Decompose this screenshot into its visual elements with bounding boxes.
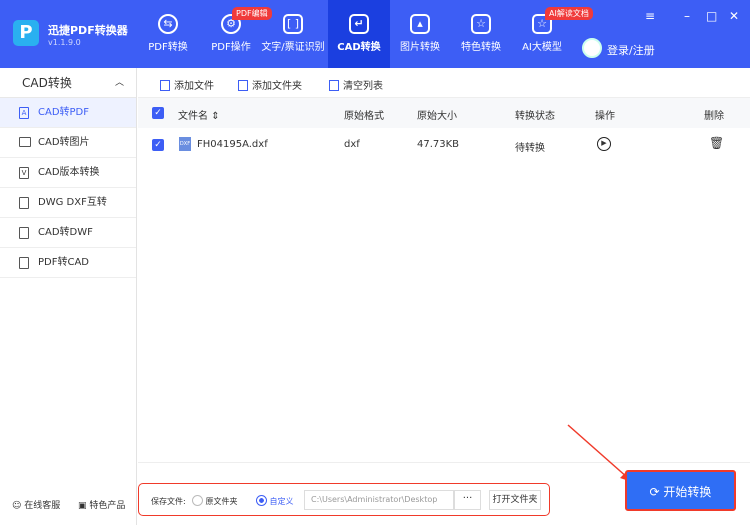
sidebar: CAD转换 ︿ A CAD转PDF CAD转图片 V CAD版本转换 DWG DXF互… [0, 68, 137, 525]
radio-original-folder[interactable]: 原文件夹 [192, 495, 238, 507]
file-icon [19, 257, 29, 269]
sidebar-item-pdf-to-cad[interactable]: PDF转CAD [0, 248, 136, 278]
header-bar: P 迅捷PDF转换器 v1.1.9.0 ⇆ PDF转换 ⚙ PDF操作 PDF编辑 … [0, 0, 750, 68]
login-link[interactable]: 登录/注册 [607, 42, 655, 58]
sidebar-item-label: PDF转CAD [38, 257, 90, 268]
sidebar-item-label: CAD版本转换 [38, 167, 100, 178]
nav-badge: AI解读文档 [545, 7, 593, 20]
file-size: 47.73KB [417, 139, 460, 150]
sidebar-item-cad-to-image[interactable]: CAD转图片 [0, 128, 136, 158]
file-icon [19, 227, 29, 239]
toolbar: 添加文件 添加文件夹 清空列表 [138, 68, 750, 98]
col-filename[interactable]: 文件名 ⇕ [178, 107, 220, 122]
nav-ocr[interactable]: [ ] 文字/票证识别 [260, 0, 326, 68]
products-icon: ▣ [78, 501, 90, 511]
add-folder-button[interactable]: 添加文件夹 [238, 77, 302, 92]
star-icon: ☆ [471, 14, 491, 34]
nav-cad-convert[interactable]: ↵ CAD转换 [328, 0, 390, 68]
open-folder-button[interactable]: 打开文件夹 [489, 490, 541, 510]
table-header: ✓ 文件名 ⇕ 原始格式 原始大小 转换状态 操作 删除 [138, 98, 750, 128]
nav-label: AI大模型 [522, 42, 562, 53]
nav-pdf-convert[interactable]: ⇆ PDF转换 [140, 0, 196, 68]
sidebar-item-label: CAD转DWF [38, 227, 93, 238]
label: 添加文件 [174, 81, 214, 92]
start-convert-button[interactable]: ⟳ 开始转换 [625, 470, 736, 511]
sidebar-item-label: CAD转PDF [38, 107, 90, 118]
col-format: 原始格式 [344, 111, 384, 122]
special-products-link[interactable]: ▣ 特色产品 [78, 498, 125, 511]
main-panel: 添加文件 添加文件夹 清空列表 ✓ 文件名 ⇕ 原始格式 原始大小 转换状态 操… [138, 68, 750, 525]
sidebar-item-label: DWG DXF互转 [38, 197, 107, 208]
col-delete: 删除 [704, 111, 724, 122]
pdf-icon: A [19, 107, 29, 119]
file-name: FH04195A.dxf [197, 139, 268, 150]
label: 清空列表 [343, 81, 383, 92]
sidebar-item-cad-version[interactable]: V CAD版本转换 [0, 158, 136, 188]
save-path-input[interactable]: C:\Users\Administrator\Desktop [304, 490, 454, 510]
col-status: 转换状态 [515, 111, 555, 122]
file-status: 待转换 [515, 143, 545, 154]
footer-label: 特色产品 [89, 501, 126, 511]
sidebar-item-dwg-dxf[interactable]: DWG DXF互转 [0, 188, 136, 218]
radio-icon [192, 495, 203, 506]
dxf-file-icon: DXF [179, 137, 191, 151]
version-icon: V [19, 167, 29, 179]
online-support-link[interactable]: ☺ 在线客服 [12, 498, 60, 511]
minimize-icon[interactable]: – [684, 9, 690, 23]
scan-icon: [ ] [283, 14, 303, 34]
add-file-icon [160, 80, 170, 91]
nav-label: 特色转换 [461, 42, 501, 53]
app-name: 迅捷PDF转换器 [48, 24, 128, 37]
maximize-icon[interactable]: □ [706, 9, 717, 23]
file-format: dxf [344, 139, 360, 150]
save-label: 保存文件: [151, 497, 186, 506]
nav-image-convert[interactable]: ▴ 图片转换 [394, 0, 446, 68]
label: 添加文件夹 [252, 81, 302, 92]
avatar[interactable] [582, 38, 602, 58]
sidebar-item-cad-to-dwf[interactable]: CAD转DWF [0, 218, 136, 248]
nav-label: PDF操作 [211, 42, 251, 53]
label: 自定义 [269, 497, 294, 506]
col-size: 原始大小 [417, 111, 457, 122]
col-action: 操作 [595, 111, 615, 122]
sidebar-title: CAD转换 [22, 76, 72, 90]
add-folder-icon [238, 80, 248, 91]
play-icon[interactable]: ▶ [597, 137, 611, 151]
sidebar-item-label: CAD转图片 [38, 137, 90, 148]
nav-label: PDF转换 [148, 42, 188, 53]
chevron-up-icon: ︿ [114, 78, 124, 88]
table-row: ✓ DXF FH04195A.dxf dxf 47.73KB 待转换 ▶ 🗑 [138, 130, 750, 160]
row-checkbox[interactable]: ✓ [152, 139, 164, 151]
label: 原文件夹 [205, 497, 238, 506]
cad-icon: ↵ [349, 14, 369, 34]
radio-icon [256, 495, 267, 506]
label: 开始转换 [663, 485, 712, 499]
label: 文件名 [178, 111, 208, 122]
convert-icon: ⇆ [158, 14, 178, 34]
file-icon [19, 197, 29, 209]
clear-list-button[interactable]: 清空列表 [329, 77, 383, 92]
app-version: v1.1.9.0 [48, 38, 81, 47]
image-icon [19, 137, 31, 147]
add-file-button[interactable]: 添加文件 [160, 77, 214, 92]
nav-special-convert[interactable]: ☆ 特色转换 [455, 0, 507, 68]
delete-icon[interactable]: 🗑 [709, 136, 724, 150]
support-icon: ☺ [12, 501, 25, 511]
nav-label: CAD转换 [337, 42, 381, 53]
trash-icon [329, 80, 339, 91]
radio-custom-folder[interactable]: 自定义 [256, 495, 294, 507]
footer-label: 在线客服 [24, 501, 61, 511]
close-icon[interactable]: ✕ [729, 9, 739, 23]
sidebar-header[interactable]: CAD转换 ︿ [0, 68, 136, 98]
app-logo-icon: P [13, 20, 39, 46]
nav-label: 图片转换 [400, 42, 440, 53]
menu-icon[interactable]: ≡ [645, 9, 655, 23]
sort-icon: ⇕ [211, 111, 220, 122]
sidebar-item-cad-to-pdf[interactable]: A CAD转PDF [0, 98, 136, 128]
refresh-icon: ⟳ [649, 485, 664, 499]
select-all-checkbox[interactable]: ✓ [152, 107, 164, 119]
nav-label: 文字/票证识别 [261, 42, 325, 53]
browse-button[interactable]: ··· [454, 490, 481, 510]
image-icon: ▴ [410, 14, 430, 34]
